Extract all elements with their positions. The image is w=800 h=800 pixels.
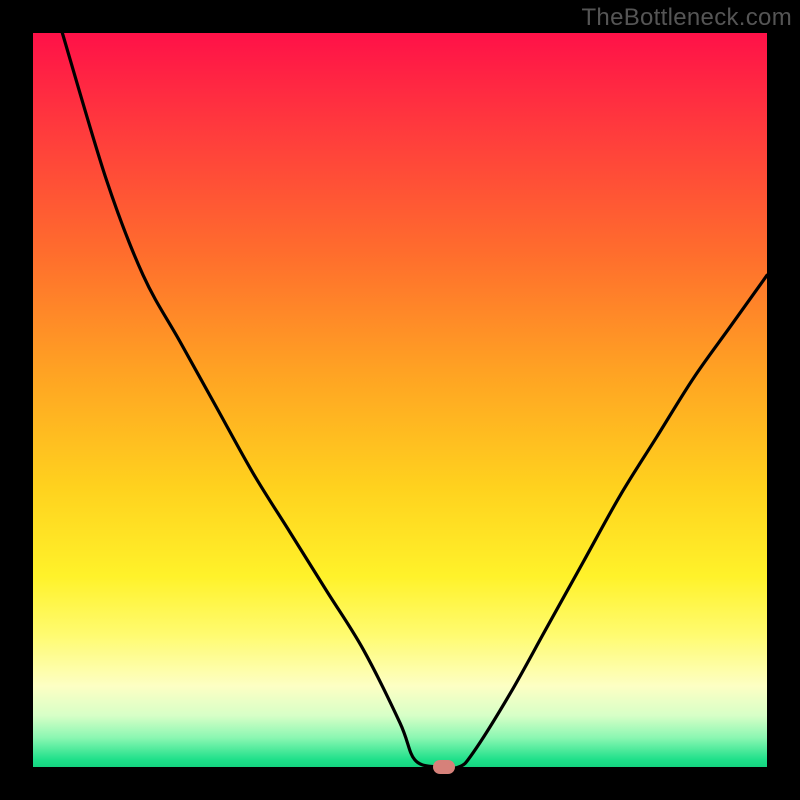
bottleneck-curve [33,33,767,767]
plot-area [33,33,767,767]
optimal-marker [433,760,455,774]
watermark-text: TheBottleneck.com [581,4,792,32]
chart-frame: TheBottleneck.com [0,0,800,800]
